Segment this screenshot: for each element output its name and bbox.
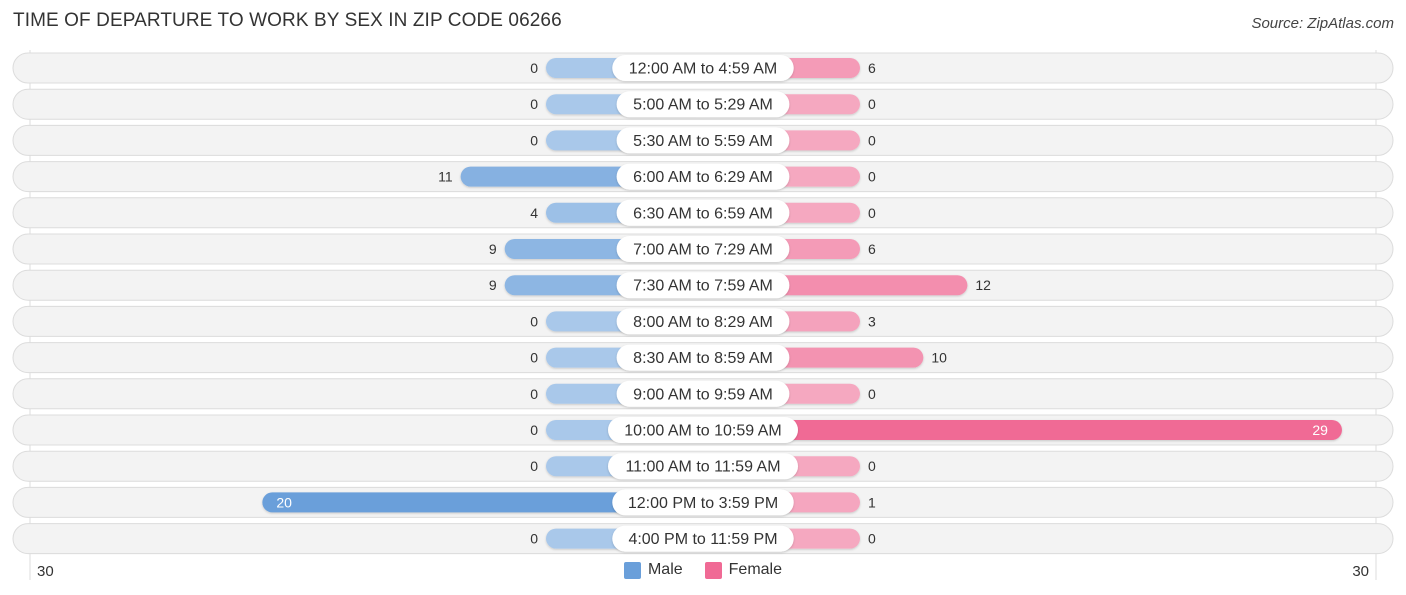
value-label-male: 0 (530, 96, 538, 112)
category-label: 12:00 AM to 4:59 AM (629, 61, 778, 78)
legend-swatch-female (704, 561, 722, 579)
value-label-male: 0 (530, 386, 538, 402)
chart-canvas: 12:00 AM to 4:59 AM 0 6 5:00 AM to 5:29 AM 0… (12, 50, 1394, 580)
category-label: 6:30 AM to 6:59 AM (633, 205, 773, 222)
value-label-female: 10 (931, 350, 947, 366)
value-label-male: 0 (530, 313, 538, 329)
legend-item-female: Female (704, 561, 783, 579)
value-label-female: 0 (868, 132, 876, 148)
value-label-male: 0 (530, 132, 538, 148)
value-label-male: 20 (276, 494, 292, 510)
value-label-female: 0 (868, 169, 876, 185)
value-label-male: 0 (530, 60, 538, 76)
category-label: 12:00 PM to 3:59 PM (628, 495, 778, 512)
category-label: 8:30 AM to 8:59 AM (633, 350, 773, 367)
legend-label-male: Male (647, 561, 683, 578)
value-label-male: 9 (489, 277, 497, 293)
category-label: 11:00 AM to 11:59 AM (625, 459, 780, 476)
value-label-female: 12 (975, 277, 991, 293)
category-label: 8:00 AM to 8:29 AM (633, 314, 773, 331)
value-label-male: 0 (530, 531, 538, 547)
legend: Male Female (0, 561, 1406, 579)
value-label-female: 29 (1312, 422, 1328, 438)
value-label-female: 0 (868, 458, 876, 474)
value-label-male: 0 (530, 458, 538, 474)
category-label: 5:00 AM to 5:29 AM (633, 97, 773, 114)
category-label: 5:30 AM to 5:59 AM (633, 133, 773, 150)
legend-label-female: Female (728, 561, 783, 578)
value-label-female: 0 (868, 205, 876, 221)
legend-swatch-male (623, 561, 641, 579)
bar-female (703, 420, 1342, 440)
value-label-female: 6 (868, 60, 876, 76)
category-label: 7:00 AM to 7:29 AM (633, 242, 773, 259)
value-label-female: 1 (868, 494, 876, 510)
category-label: 6:00 AM to 6:29 AM (633, 169, 773, 186)
value-label-male: 11 (438, 169, 453, 185)
category-label: 9:00 AM to 9:59 AM (633, 386, 773, 403)
value-label-male: 0 (530, 350, 538, 366)
category-label: 7:30 AM to 7:59 AM (633, 278, 773, 295)
value-label-female: 6 (868, 241, 876, 257)
value-label-male: 4 (530, 205, 538, 221)
value-label-male: 0 (530, 422, 538, 438)
category-label: 10:00 AM to 10:59 AM (624, 423, 781, 440)
category-label: 4:00 PM to 11:59 PM (628, 531, 777, 548)
value-label-female: 0 (868, 96, 876, 112)
value-label-male: 9 (489, 241, 497, 257)
value-label-female: 3 (868, 313, 876, 329)
value-label-female: 0 (868, 531, 876, 547)
value-label-female: 0 (868, 386, 876, 402)
legend-item-male: Male (623, 561, 683, 579)
